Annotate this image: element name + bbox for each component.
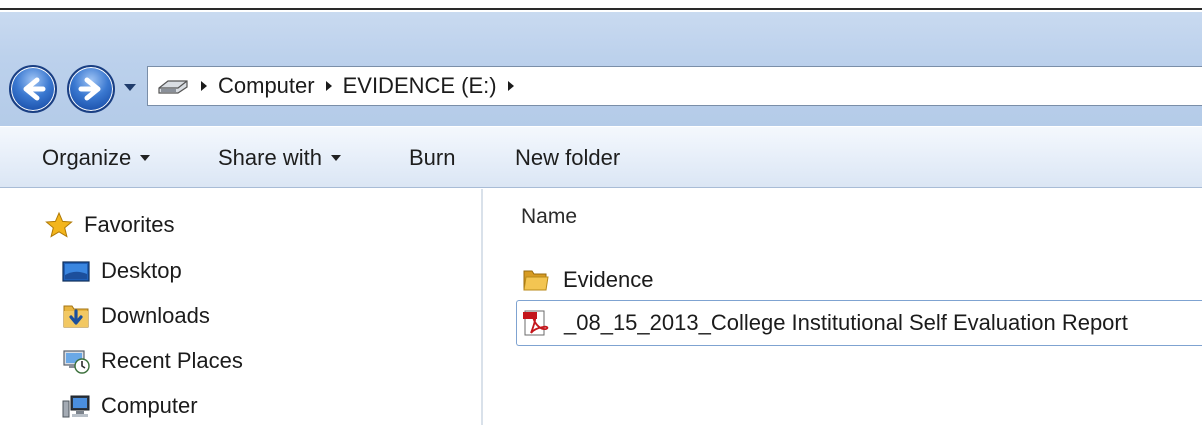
star-icon — [45, 211, 73, 238]
nav-item-recent-places[interactable]: Recent Places — [61, 347, 243, 375]
column-header-name[interactable]: Name — [521, 205, 577, 229]
breadcrumb-separator-icon[interactable] — [507, 80, 515, 92]
burn-button[interactable]: Burn — [409, 145, 455, 171]
nav-item-computer[interactable]: Computer — [61, 392, 198, 420]
recent-pages-dropdown[interactable] — [123, 83, 137, 93]
breadcrumb-evidence-drive[interactable]: EVIDENCE (E:) — [343, 73, 497, 99]
file-item-evidence-label: Evidence — [563, 267, 654, 292]
breadcrumb-separator-icon[interactable] — [200, 80, 208, 92]
nav-item-recent-places-label: Recent Places — [101, 348, 243, 373]
share-with-button[interactable]: Share with — [218, 145, 341, 171]
downloads-icon — [63, 305, 89, 328]
desktop-icon — [62, 261, 90, 282]
address-bar[interactable]: Computer EVIDENCE (E:) — [147, 66, 1202, 106]
burn-label: Burn — [409, 145, 456, 170]
window-frame-top — [0, 0, 1202, 10]
breadcrumb-computer[interactable]: Computer — [218, 73, 315, 99]
computer-icon — [62, 395, 90, 418]
file-item-evidence[interactable]: Evidence — [521, 263, 654, 297]
nav-item-desktop[interactable]: Desktop — [61, 257, 182, 285]
drive-icon — [158, 80, 188, 94]
new-folder-label: New folder — [515, 145, 621, 170]
file-list: Name Evidence _08_15_2013_College Instit… — [485, 189, 1202, 425]
forward-button[interactable] — [67, 65, 115, 113]
forward-arrow-icon — [78, 77, 101, 101]
file-item-report-label: _08_15_2013_College Institutional Self E… — [564, 310, 1128, 335]
nav-favorites-label: Favorites — [84, 212, 175, 237]
nav-favorites[interactable]: Favorites — [44, 211, 174, 239]
nav-item-downloads[interactable]: Downloads — [61, 302, 210, 330]
nav-item-downloads-label: Downloads — [101, 303, 210, 328]
chevron-down-icon — [140, 155, 151, 161]
breadcrumb-separator-icon[interactable] — [325, 80, 333, 92]
folder-icon — [523, 270, 549, 291]
command-bar: Organize Share with Burn New folder — [0, 126, 1202, 188]
nav-item-desktop-label: Desktop — [101, 258, 182, 283]
file-item-self-evaluation-report[interactable]: _08_15_2013_College Institutional Self E… — [516, 300, 1202, 346]
back-button[interactable] — [9, 65, 57, 113]
new-folder-button[interactable]: New folder — [515, 145, 620, 171]
nav-item-computer-label: Computer — [101, 393, 198, 418]
back-arrow-icon — [23, 77, 46, 101]
chevron-down-icon — [330, 155, 341, 161]
organize-button[interactable]: Organize — [42, 145, 151, 171]
organize-label: Organize — [42, 145, 132, 170]
recent-places-icon — [63, 350, 90, 374]
share-with-label: Share with — [218, 145, 322, 170]
pdf-icon — [523, 310, 549, 336]
navigation-pane: Favorites Desktop Downloads Recent Place… — [0, 189, 483, 425]
